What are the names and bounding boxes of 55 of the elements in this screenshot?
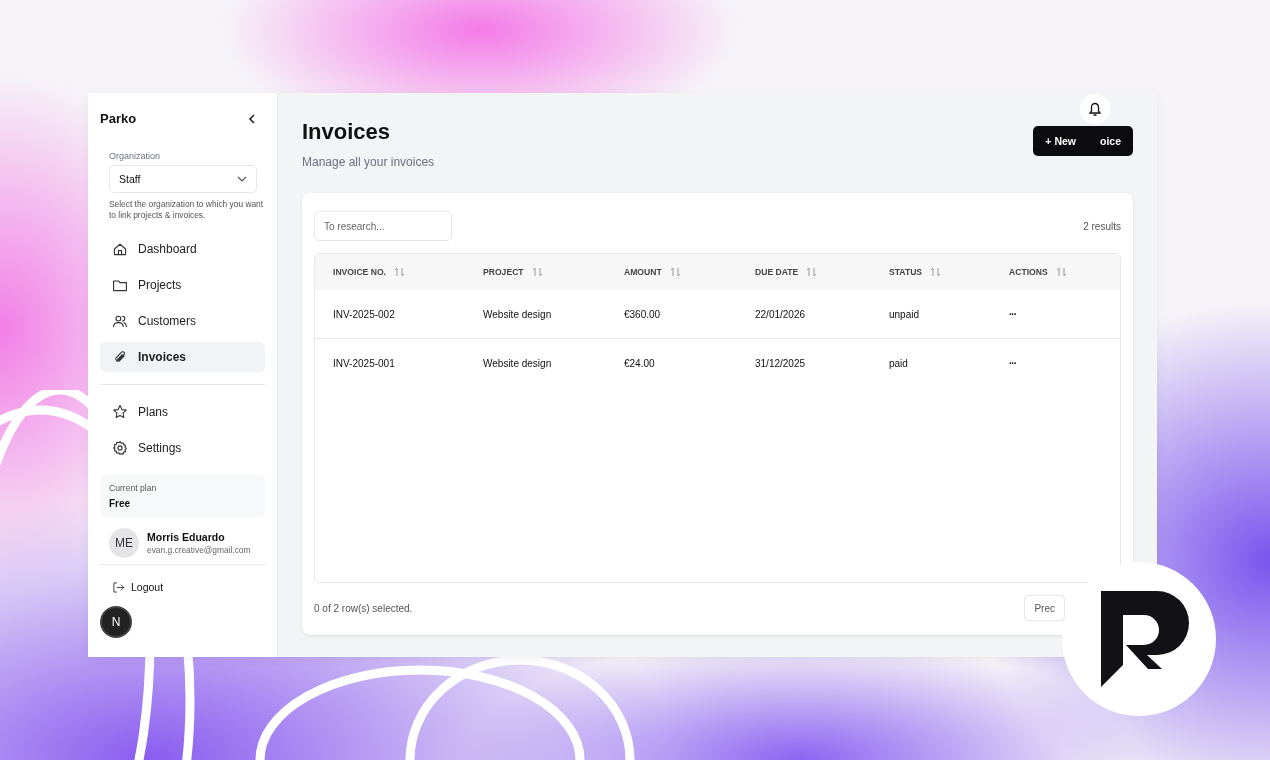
- page-title: Invoices: [302, 119, 392, 145]
- table-cell-text: €24.00: [624, 357, 656, 369]
- more-actions-button[interactable]: ···: [1009, 357, 1102, 369]
- table-cell-text: Website design: [483, 357, 553, 369]
- table-cell-text: Website design: [483, 308, 553, 320]
- nav-item[interactable]: Settings: [100, 432, 265, 463]
- user-email: evan.g.creative@gmail.com: [147, 544, 251, 555]
- previous-button[interactable]: Prec: [1024, 595, 1065, 621]
- new-invoice-button[interactable]: + New oice: [1033, 126, 1133, 156]
- table-cell-text: 31/12/2025: [755, 357, 807, 369]
- sort-icon[interactable]: [531, 267, 543, 277]
- chevron-left-icon[interactable]: [248, 113, 256, 124]
- nav-item[interactable]: Invoices: [100, 341, 265, 372]
- nav-item[interactable]: Customers: [100, 305, 265, 336]
- result-count: 2 results: [1083, 220, 1121, 232]
- organization-select[interactable]: Staff: [109, 165, 257, 193]
- user-name: Morris Eduardo: [147, 530, 226, 543]
- chevron-down-icon: [237, 176, 247, 182]
- logout-link[interactable]: Logout: [100, 580, 265, 594]
- sort-icon[interactable]: [806, 267, 818, 277]
- table-cell-text: paid: [889, 357, 909, 369]
- nav-item[interactable]: Plans: [100, 396, 265, 427]
- star-icon: [112, 403, 128, 420]
- avatar: ME: [109, 527, 139, 558]
- column-header: ACTIONS: [1009, 267, 1048, 277]
- table-cell-text: 22/01/2026: [755, 308, 807, 320]
- logout-icon: [112, 580, 125, 594]
- sort-icon[interactable]: [394, 267, 405, 277]
- column-header: STATUS: [889, 267, 923, 277]
- more-actions-button[interactable]: ···: [1009, 308, 1102, 320]
- table-cell-text: INV-2025-002: [333, 308, 396, 320]
- nav-item[interactable]: Dashboard: [100, 233, 265, 264]
- table-cell-text: INV-2025-001: [333, 357, 396, 369]
- search-field[interactable]: To research...: [314, 211, 452, 241]
- column-header: PROJECT: [483, 267, 524, 277]
- selection-count: 0 of 2 row(s) selected.: [314, 602, 413, 614]
- sort-icon[interactable]: [1055, 267, 1067, 277]
- column-header: DUE DATE: [755, 267, 799, 277]
- sort-icon[interactable]: [930, 267, 942, 277]
- field-label: Organization: [109, 151, 162, 161]
- column-header: INVOICE NO.: [333, 267, 386, 277]
- bell-button[interactable]: [1080, 94, 1110, 124]
- plan-name: Free: [109, 497, 132, 509]
- app-brand: Parko: [100, 111, 137, 126]
- page-subtitle: Manage all your invoices: [302, 155, 435, 169]
- plan-label: Current plan: [109, 482, 158, 493]
- gear-icon: [112, 439, 128, 456]
- paperclip-icon: [112, 348, 128, 365]
- nav-item[interactable]: Projects: [100, 269, 265, 300]
- help-text: Select the organization to which you want to link projects & invoices.: [109, 199, 265, 222]
- table-cell-text: €360.00: [624, 308, 662, 320]
- table-cell-text: unpaid: [889, 308, 921, 320]
- sort-icon[interactable]: [669, 267, 681, 277]
- column-header: AMOUNT: [624, 267, 662, 277]
- round-badge[interactable]: N: [102, 607, 130, 636]
